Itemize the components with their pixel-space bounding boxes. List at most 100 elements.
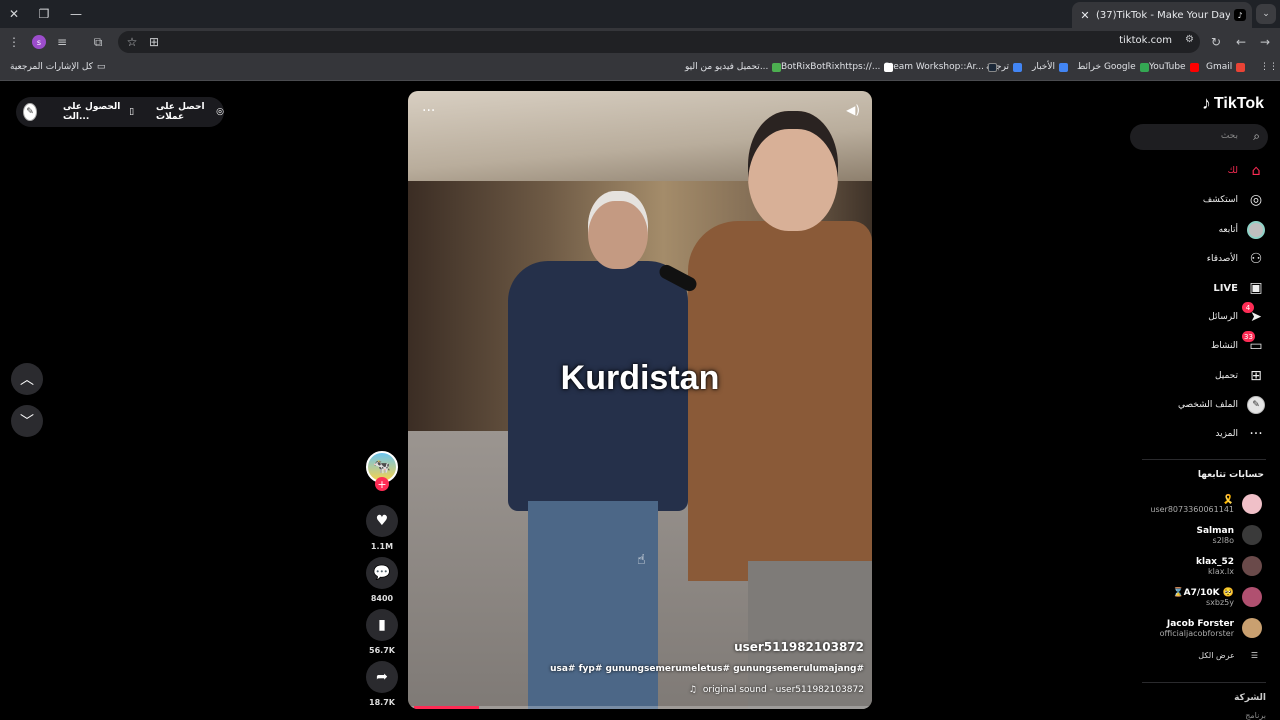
sidebar-item-profile[interactable]: ✎ الملف الشخصي	[1178, 394, 1266, 416]
bookmark-star-icon[interactable]: ☆	[122, 32, 142, 52]
profile-icon[interactable]: s	[32, 35, 46, 49]
window-minimize-icon[interactable]: —	[66, 4, 86, 24]
sidebar-item-explore[interactable]: ◎ استكشف	[1203, 189, 1266, 211]
bookmark-google-maps[interactable]: خرائط Google	[1077, 62, 1149, 72]
bookmark-label: Steam Workshop::Ar...	[884, 62, 985, 72]
bookmark-news[interactable]: الأخبار	[1032, 62, 1069, 72]
sidebar-item-activity[interactable]: ▭ 33 النشاط	[1211, 331, 1266, 357]
program-link[interactable]: برنامج	[1245, 711, 1266, 720]
extensions-icon[interactable]: ⧉	[88, 32, 108, 52]
maps-icon	[1139, 62, 1149, 72]
sidebar-item-label: LIVE	[1213, 282, 1238, 294]
more-options-icon[interactable]: ···	[422, 103, 435, 119]
following-account[interactable]: ⌛A7/10K 🥺 sxbz5y	[1132, 585, 1262, 609]
menu-icon[interactable]: ⋮	[4, 32, 24, 52]
video-hashtags[interactable]: usa# fyp# gunungsemerumeletus# gunungsem…	[550, 664, 864, 674]
get-app-button[interactable]: الحصول على الت... ▯	[63, 102, 134, 122]
following-avatar-icon	[1246, 220, 1266, 240]
translate-icon[interactable]: ⊞	[144, 32, 164, 52]
account-handle: sxbz5y	[1205, 597, 1234, 607]
like-button[interactable]: ♥	[366, 505, 398, 537]
music-note-icon: ♫	[688, 685, 697, 695]
sidebar-item-following[interactable]: أتابعه	[1219, 219, 1266, 241]
phone-icon: ▯	[129, 107, 135, 117]
bookmark-steam-workshop[interactable]: Steam Workshop::Ar...	[884, 62, 998, 72]
account-handle: officialjacobforster	[1159, 628, 1234, 638]
previous-video-button[interactable]: ︿	[11, 363, 43, 395]
window-restore-icon[interactable]: ❐	[34, 4, 54, 24]
video-author[interactable]: user511982103872	[734, 640, 864, 654]
following-account[interactable]: Salman s2l8o	[1132, 523, 1262, 547]
messages-badge: 4	[1242, 302, 1254, 313]
bookmark-video-download[interactable]: تحميل فيديو من اليو...	[685, 62, 782, 72]
compass-icon[interactable]: ✎	[23, 103, 37, 121]
account-name: klax_52	[1196, 556, 1234, 567]
video-progress-bar[interactable]	[408, 706, 872, 709]
bookmark-label: خرائط Google	[1077, 62, 1136, 72]
account-name: Jacob Forster	[1166, 618, 1234, 629]
more-icon: ···	[1249, 426, 1263, 442]
video-progress-fill	[414, 706, 479, 709]
sidebar-item-label: الأصدقاء	[1206, 254, 1238, 264]
follow-plus-icon[interactable]: +	[375, 477, 389, 491]
get-coins-button[interactable]: احصل على عملات ◎	[156, 102, 224, 122]
upload-icon: ⊞	[1250, 368, 1262, 384]
site-settings-icon[interactable]: ⚙	[1185, 34, 1194, 45]
messages-icon: ➤ 4	[1242, 302, 1266, 327]
all-bookmarks[interactable]: كل الإشارات المرجعية ▭	[10, 62, 105, 72]
bookmark-botrix[interactable]: BotRixBotRixhttps://...	[781, 62, 894, 72]
see-all-button[interactable]: ☰ عرض الكل	[1198, 651, 1258, 660]
sidebar-item-messages[interactable]: ➤ 4 الرسائل	[1208, 302, 1266, 328]
save-button[interactable]: ▮	[366, 609, 398, 641]
search-placeholder: بحث	[1220, 131, 1238, 141]
video-player[interactable]: Kurdistan ··· ◀) user511982103872 usa# f…	[408, 91, 872, 709]
bookmark-gmail[interactable]: Gmail	[1206, 62, 1246, 72]
avatar	[1242, 618, 1262, 638]
comment-button[interactable]: 💬	[366, 557, 398, 589]
tab-title: (37)TikTok - Make Your Day	[1096, 9, 1230, 21]
back-icon[interactable]: ←	[1231, 32, 1251, 52]
see-all-label: عرض الكل	[1198, 651, 1235, 660]
following-account[interactable]: Jacob Forster officialjacobforster	[1132, 616, 1262, 640]
sidebar-item-friends[interactable]: ⚇ الأصدقاء	[1207, 248, 1266, 270]
address-bar[interactable]: ☆ ⊞ tiktok.com ⚙	[118, 31, 1200, 53]
volume-icon[interactable]: ◀)	[846, 103, 860, 117]
sidebar-item-for-you[interactable]: ⌂ لك	[1228, 160, 1266, 182]
following-account[interactable]: 🎗️ user8073360061141	[1132, 492, 1262, 516]
sidebar-item-label: لك	[1227, 166, 1238, 176]
bookmark-label: تحميل فيديو من اليو...	[685, 62, 769, 72]
folder-icon: ▭	[96, 62, 106, 72]
comment-icon: 💬	[373, 565, 391, 581]
sidebar-item-label: استكشف	[1202, 195, 1238, 205]
bookmark-label: YouTube	[1149, 62, 1186, 72]
sidebar-item-more[interactable]: ··· المزيد	[1215, 423, 1266, 445]
search-input[interactable]: ⌕ بحث	[1130, 124, 1268, 150]
tiktok-logo[interactable]: ♪ TikTok	[1202, 93, 1264, 114]
download-icon	[772, 62, 782, 72]
apps-grid-icon[interactable]: ⋮⋮	[1260, 62, 1278, 72]
reload-icon[interactable]: ↻	[1206, 32, 1226, 52]
sidebar-item-live[interactable]: ▣ LIVE	[1213, 277, 1266, 299]
all-bookmarks-label: كل الإشارات المرجعية	[10, 62, 93, 72]
bookmark-youtube[interactable]: YouTube	[1149, 62, 1199, 72]
video-sound[interactable]: ♫ original sound - user511982103872	[689, 685, 864, 695]
company-link[interactable]: الشركة	[1234, 693, 1266, 703]
playlist-icon[interactable]: ≡	[52, 32, 72, 52]
forward-icon[interactable]: →	[1255, 32, 1275, 52]
tab-close-icon[interactable]: ✕	[1078, 9, 1092, 22]
save-count: 56.7K	[369, 646, 395, 655]
get-coins-label: احصل على عملات	[156, 102, 205, 122]
sidebar-item-upload[interactable]: ⊞ تحميل	[1215, 365, 1266, 387]
browser-tab[interactable]: ✕ (37)TikTok - Make Your Day ♪	[1072, 2, 1252, 28]
share-icon: ➦	[376, 669, 388, 685]
next-video-button[interactable]: ﹀	[11, 405, 43, 437]
list-icon: ☰	[1250, 651, 1258, 660]
sidebar: ♪ TikTok ⌕ بحث ⌂ لك ◎ استكشف أتابعه ⚇ ال…	[1128, 81, 1280, 720]
video-person-interviewer	[688, 101, 872, 709]
window-close-icon[interactable]: ✕	[4, 4, 24, 24]
following-account[interactable]: klax_52 klax.lx	[1132, 554, 1262, 578]
share-button[interactable]: ➦	[366, 661, 398, 693]
avatar	[1242, 525, 1262, 545]
search-icon[interactable]: ⌕	[1253, 129, 1260, 144]
tab-search-menu-icon[interactable]: ⌄	[1256, 4, 1276, 24]
